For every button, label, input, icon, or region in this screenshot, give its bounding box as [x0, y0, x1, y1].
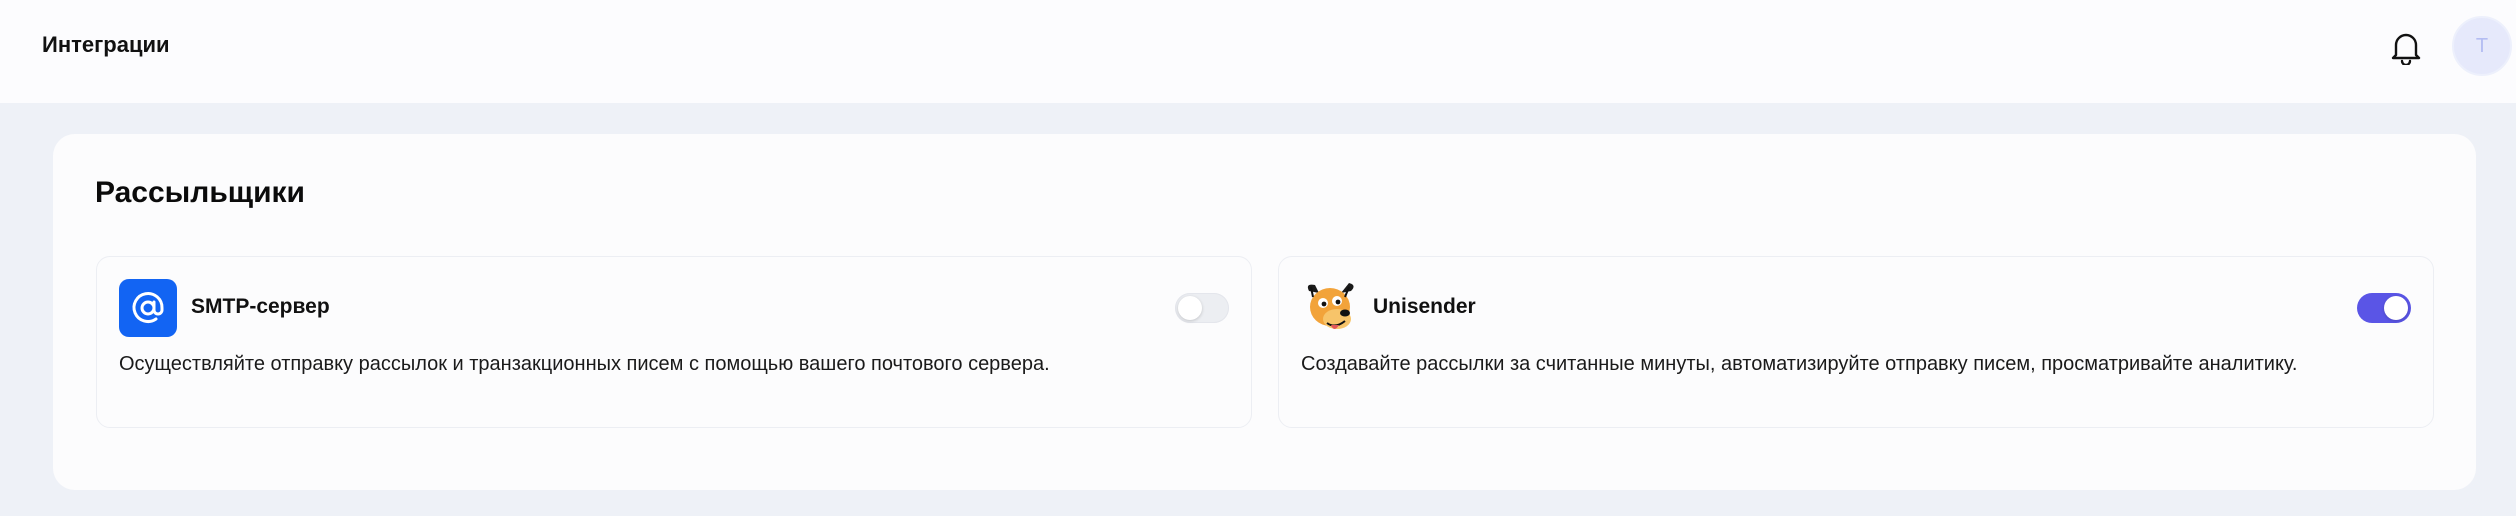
unisender-dog-logo: [1301, 279, 1359, 337]
bell-icon[interactable]: [2388, 30, 2424, 66]
at-sign-icon: [119, 279, 177, 337]
toggle-knob: [2384, 296, 2408, 320]
integration-card-smtp: SMTP-сервер Осуществляйте отправку рассы…: [96, 256, 1252, 428]
top-bar: Интеграции T: [0, 0, 2516, 103]
integration-card-unisender: Unisender Создавайте рассылки за считанн…: [1278, 256, 2434, 428]
unisender-toggle[interactable]: [2357, 293, 2411, 323]
smtp-toggle[interactable]: [1175, 293, 1229, 323]
avatar[interactable]: T: [2452, 16, 2512, 76]
integration-name: SMTP-сервер: [191, 295, 330, 318]
integration-description: Создавайте рассылки за считанные минуты,…: [1301, 353, 2298, 375]
page-title: Интеграции: [42, 32, 170, 57]
toggle-knob: [1178, 296, 1202, 320]
integration-description: Осуществляйте отправку рассылок и транза…: [119, 353, 1050, 375]
integrations-card: Рассыльщики SMTP-сервер Осуществляйте от…: [53, 134, 2476, 490]
integration-name: Unisender: [1373, 295, 1476, 318]
section-title: Рассыльщики: [95, 176, 305, 209]
